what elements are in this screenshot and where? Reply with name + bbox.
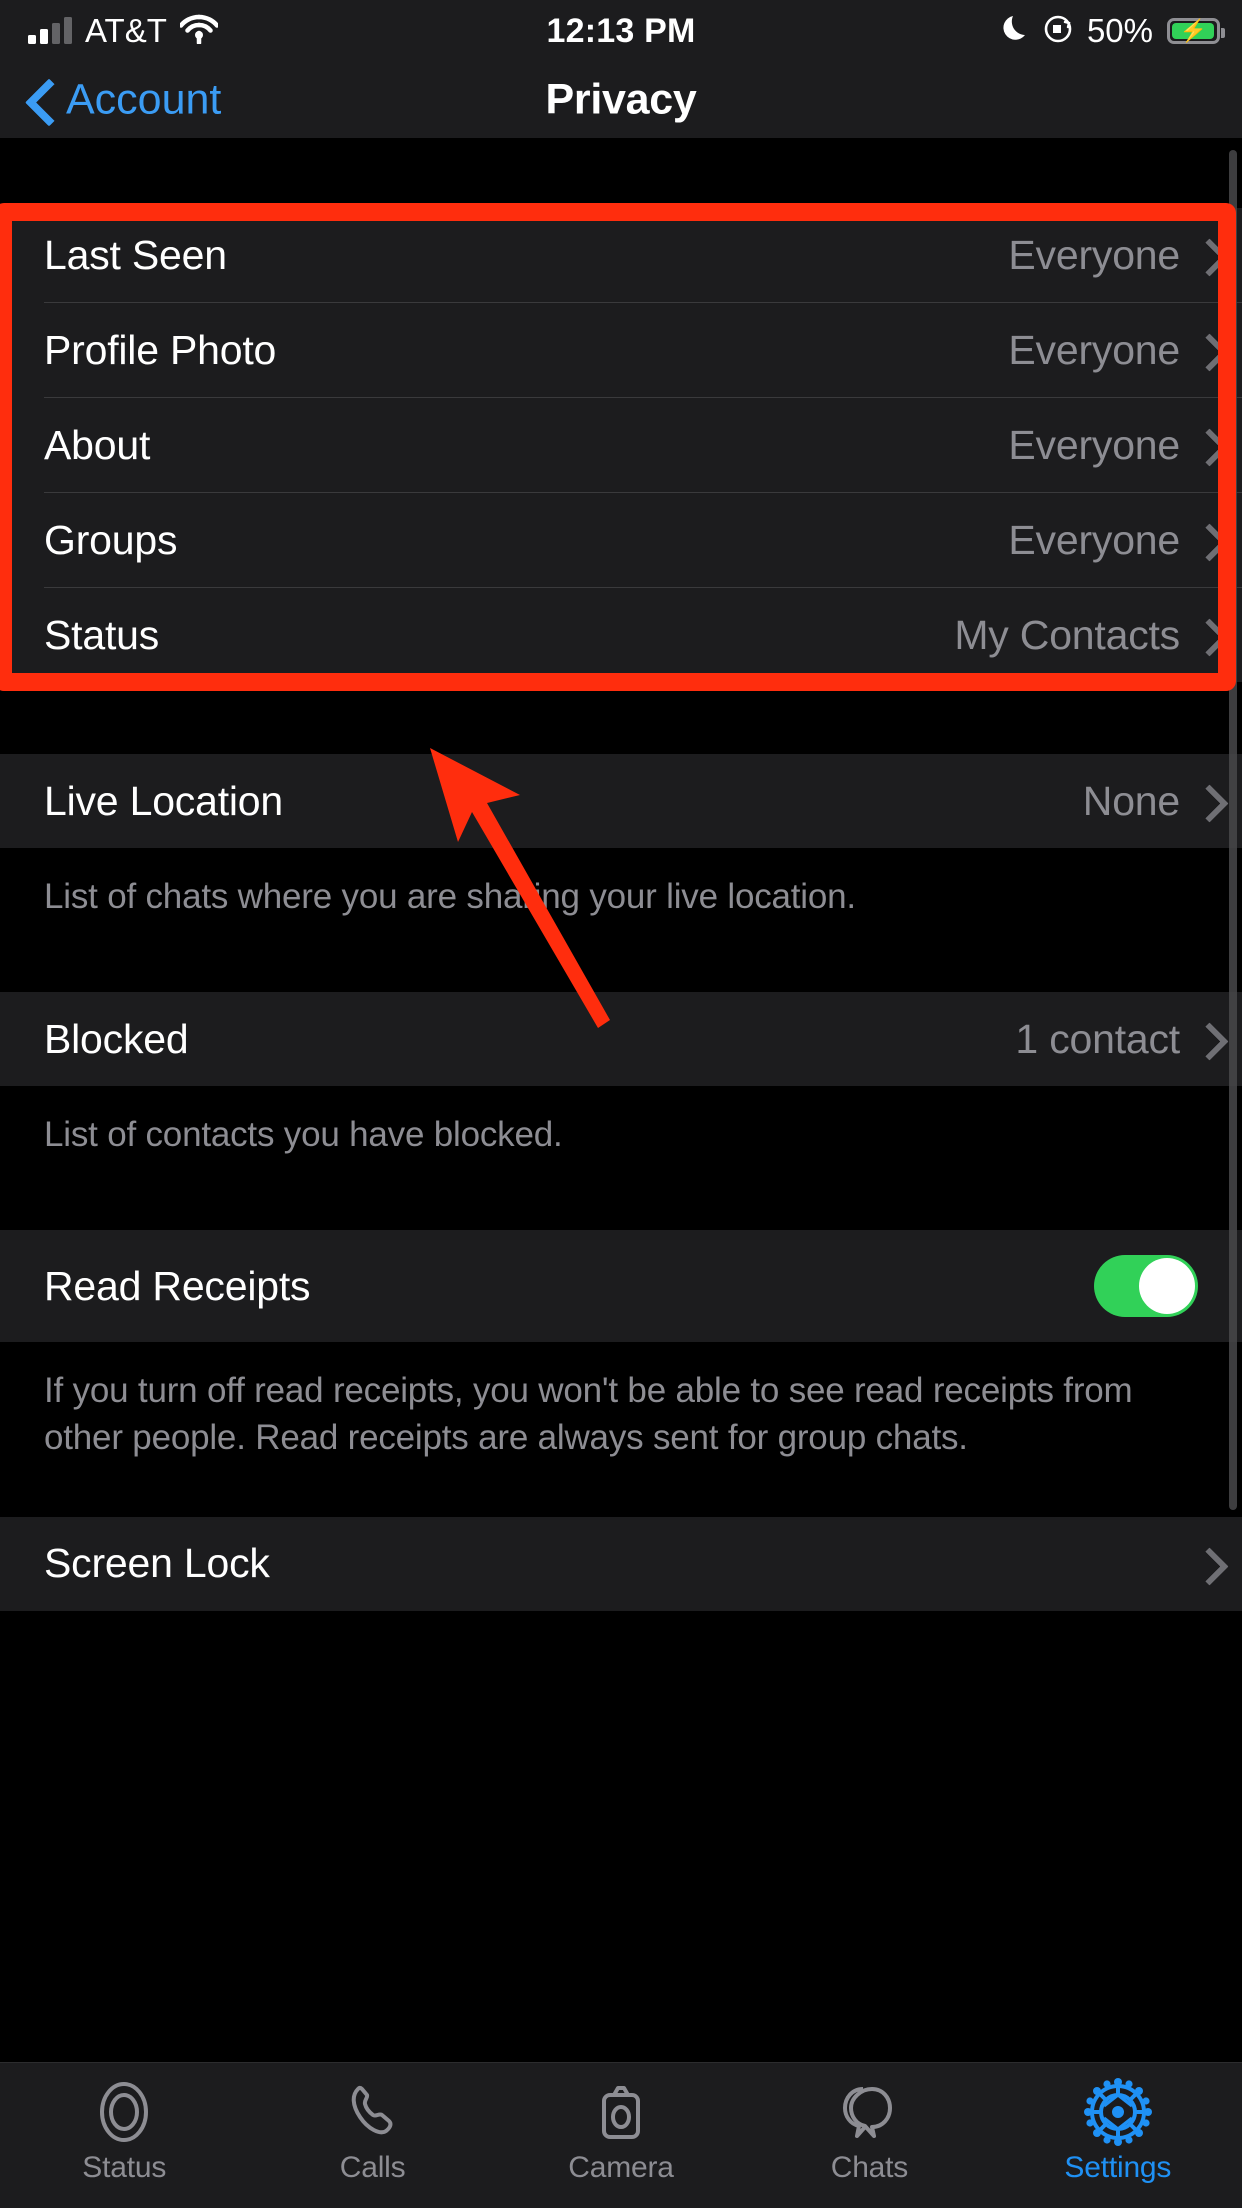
- chevron-right-icon: [1196, 618, 1216, 652]
- tab-label: Status: [82, 2151, 167, 2184]
- row-groups[interactable]: Groups Everyone: [0, 493, 1242, 587]
- row-value: Everyone: [1008, 231, 1180, 278]
- page-title: Privacy: [545, 75, 697, 124]
- row-value: Everyone: [1008, 421, 1180, 468]
- tab-label: Chats: [830, 2151, 909, 2184]
- gear-icon: [1082, 2078, 1154, 2146]
- tab-label: Camera: [568, 2151, 674, 2184]
- row-about[interactable]: About Everyone: [0, 398, 1242, 492]
- status-bar-right: 50% ⚡: [1003, 12, 1225, 50]
- status-bar: AT&T 12:13 PM 50% ⚡: [0, 0, 1242, 62]
- rotation-lock-icon: [1043, 14, 1073, 49]
- chevron-right-icon: [1196, 238, 1216, 272]
- phone-icon: [342, 2079, 404, 2145]
- row-read-receipts[interactable]: Read Receipts: [0, 1230, 1242, 1343]
- row-value: None: [1082, 777, 1180, 824]
- chevron-right-icon: [1196, 784, 1216, 818]
- read-receipts-toggle[interactable]: [1094, 1255, 1198, 1318]
- live-location-footnote: List of chats where you are sharing your…: [0, 848, 1242, 951]
- row-profile-photo[interactable]: Profile Photo Everyone: [0, 303, 1242, 397]
- live-location-group: Live Location None: [0, 754, 1242, 848]
- row-right: 1 contact: [1015, 1016, 1216, 1063]
- privacy-group: Last Seen Everyone Profile Photo Everyon…: [0, 208, 1242, 682]
- scroll-indicator[interactable]: [1229, 150, 1237, 1510]
- row-label: About: [44, 421, 151, 468]
- status-rings-icon: [91, 2079, 157, 2145]
- blocked-footnote: List of contacts you have blocked.: [0, 1086, 1242, 1189]
- tab-status[interactable]: Status: [0, 2063, 248, 2185]
- row-right: [1094, 1255, 1198, 1318]
- row-right: My Contacts: [954, 612, 1216, 659]
- row-label: Last Seen: [44, 231, 227, 278]
- group-spacer: [0, 1490, 1242, 1517]
- row-value: Everyone: [1008, 516, 1180, 563]
- row-value: Everyone: [1008, 326, 1180, 373]
- row-right: Everyone: [1008, 327, 1216, 374]
- row-right: Everyone: [1008, 517, 1216, 564]
- row-status[interactable]: Status My Contacts: [0, 588, 1242, 682]
- group-spacer: [0, 950, 1242, 993]
- battery-percent-label: 50%: [1086, 12, 1153, 49]
- row-right: Everyone: [1008, 232, 1216, 279]
- row-live-location[interactable]: Live Location None: [0, 754, 1242, 848]
- tab-calls[interactable]: Calls: [248, 2063, 496, 2185]
- chevron-right-icon: [1196, 1022, 1216, 1056]
- tab-bar: Status Calls Camera Chats Settings: [0, 2062, 1242, 2208]
- row-right: Everyone: [1008, 422, 1216, 469]
- row-label: Status: [44, 611, 160, 658]
- nav-bar: Account Privacy: [0, 62, 1242, 138]
- group-spacer: [0, 682, 1242, 754]
- top-spacer: [0, 138, 1242, 208]
- tab-camera[interactable]: Camera: [497, 2063, 745, 2185]
- chevron-right-icon: [1196, 1547, 1216, 1581]
- row-right: None: [1083, 778, 1216, 825]
- battery-charging-icon: ⚡: [1167, 18, 1225, 44]
- tab-chats[interactable]: Chats: [745, 2063, 993, 2185]
- settings-scroll-view[interactable]: Last Seen Everyone Profile Photo Everyon…: [0, 138, 1242, 2062]
- chevron-right-icon: [1196, 333, 1216, 367]
- row-right: [1196, 1547, 1216, 1581]
- row-screen-lock[interactable]: Screen Lock: [0, 1516, 1242, 1611]
- row-label: Blocked: [44, 1015, 189, 1062]
- row-label: Profile Photo: [44, 326, 277, 373]
- chat-bubbles-icon: [834, 2079, 904, 2145]
- row-label: Live Location: [44, 777, 284, 824]
- read-receipts-group: Read Receipts: [0, 1230, 1242, 1343]
- row-label: Read Receipts: [44, 1262, 311, 1309]
- phone-screen: AT&T 12:13 PM 50% ⚡ Account Privacy Last…: [0, 0, 1242, 2208]
- row-value: My Contacts: [954, 611, 1180, 658]
- moon-icon: [1003, 14, 1029, 49]
- tab-settings[interactable]: Settings: [994, 2063, 1242, 2185]
- row-blocked[interactable]: Blocked 1 contact: [0, 992, 1242, 1087]
- row-value: 1 contact: [1015, 1015, 1180, 1062]
- chevron-right-icon: [1196, 428, 1216, 462]
- read-receipts-footnote: If you turn off read receipts, you won't…: [0, 1342, 1242, 1491]
- row-last-seen[interactable]: Last Seen Everyone: [0, 208, 1242, 302]
- row-label: Groups: [44, 516, 178, 563]
- blocked-group: Blocked 1 contact: [0, 992, 1242, 1087]
- tab-label: Calls: [339, 2151, 406, 2184]
- group-spacer: [0, 1188, 1242, 1231]
- row-label: Screen Lock: [44, 1540, 270, 1587]
- camera-icon: [588, 2079, 654, 2145]
- chevron-right-icon: [1196, 523, 1216, 557]
- screen-lock-group: Screen Lock: [0, 1516, 1242, 1611]
- tab-label: Settings: [1064, 2151, 1172, 2184]
